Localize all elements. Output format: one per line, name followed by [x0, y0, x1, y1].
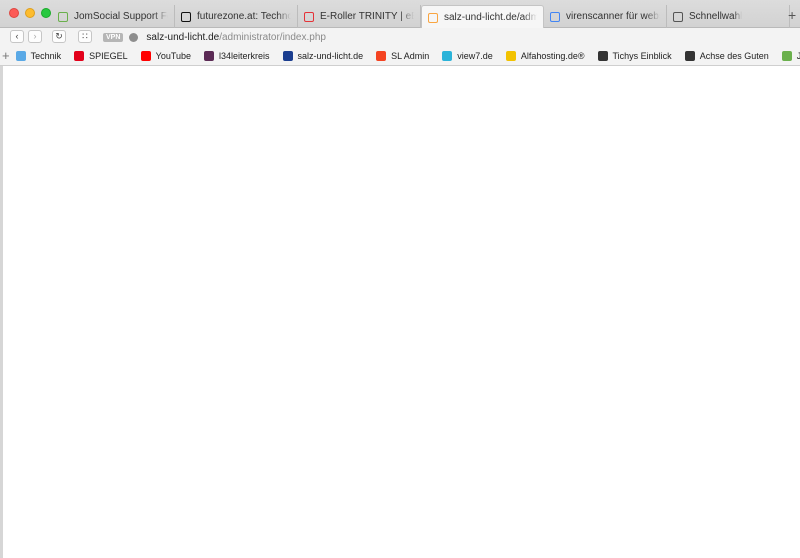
youtube-icon	[140, 50, 151, 61]
tab-title: JomSocial Support Forum - N	[74, 11, 168, 22]
tab-title: futurezone.at: Technology N	[197, 11, 291, 22]
bookmark-label: view7.de	[457, 50, 493, 61]
tab-title: Schnellwahl	[689, 11, 743, 22]
url-path: /administrator/index.php	[219, 31, 326, 43]
bookmark-label: salz-und-licht.de	[297, 50, 364, 61]
bookmark-label: SL Admin	[391, 50, 430, 61]
bookmark-4[interactable]: salz-und-licht.de	[282, 50, 364, 61]
address-bar[interactable]: VPN salz-und-licht.de/administrator/inde…	[103, 30, 793, 44]
tab-4[interactable]: virenscanner für webserver	[544, 5, 667, 28]
window-controls	[9, 8, 51, 18]
page-content	[0, 66, 800, 558]
bookmark-8[interactable]: Tichys Einblick	[597, 50, 672, 61]
bookmark-label: YouTube	[155, 50, 192, 61]
futurezone-icon	[181, 11, 191, 22]
alfahosting-icon	[505, 50, 516, 61]
bookmark-10[interactable]: JomSocial	[781, 50, 800, 61]
bookmark-7[interactable]: Alfahosting.de®	[505, 50, 585, 61]
address-toolbar: ‹ › ↻ ∷ VPN salz-und-licht.de/administra…	[0, 28, 800, 46]
reload-button[interactable]: ↻	[52, 30, 66, 43]
google-icon	[550, 11, 560, 22]
back-button[interactable]: ‹	[10, 30, 24, 43]
browser-window: JomSocial Support Forum - N futurezone.at…	[0, 0, 800, 558]
bookmark-label: Alfahosting.de®	[520, 50, 585, 61]
bookmark-6[interactable]: view7.de	[442, 50, 493, 61]
bookmark-label: Technik	[30, 50, 62, 61]
spiegel-icon	[74, 50, 85, 61]
tab-1[interactable]: futurezone.at: Technology N	[175, 5, 298, 28]
bookmark-0[interactable]: Technik	[15, 50, 62, 61]
site-info-icon[interactable]	[129, 32, 139, 42]
minimize-window-button[interactable]	[25, 8, 35, 18]
tab-0[interactable]: JomSocial Support Forum - N	[52, 5, 175, 28]
new-tab-button[interactable]: +	[788, 5, 800, 25]
speed-dial-icon	[673, 11, 683, 22]
view7-icon	[442, 50, 453, 61]
bookmark-label: SPIEGEL	[89, 50, 128, 61]
speed-dial-icon[interactable]: ∷	[78, 30, 92, 43]
tab-title: E-Roller TRINITY | eBay	[320, 11, 414, 22]
tichy-icon	[597, 50, 608, 61]
bookmark-1[interactable]: SPIEGEL	[74, 50, 128, 61]
forward-button[interactable]: ›	[28, 30, 42, 43]
add-bookmark-button[interactable]: +	[2, 48, 10, 63]
tab-strip: JomSocial Support Forum - N futurezone.at…	[0, 0, 800, 29]
bookmark-3[interactable]: l34leiterkreis	[204, 50, 270, 61]
jomsocial-icon	[781, 50, 792, 61]
bookmarks-bar: + Technik SPIEGEL YouTube l34leiterkreis sal…	[0, 46, 800, 66]
tab-title: salz-und-licht.de/administra	[444, 12, 537, 23]
achse-icon	[684, 50, 695, 61]
close-window-button[interactable]	[9, 8, 19, 18]
jomsocial-icon	[58, 11, 68, 22]
bookmark-5[interactable]: SL Admin	[376, 50, 430, 61]
joomla-icon	[376, 50, 387, 61]
tab-title: virenscanner für webserver	[566, 11, 660, 22]
url-host: salz-und-licht.de	[146, 31, 220, 43]
bookmark-9[interactable]: Achse des Guten	[684, 50, 769, 61]
bookmark-label: Tichys Einblick	[612, 50, 672, 61]
bookmark-2[interactable]: YouTube	[140, 50, 192, 61]
sul-icon	[282, 50, 293, 61]
tab-3[interactable]: salz-und-licht.de/administra	[421, 5, 544, 29]
bookmark-label: l34leiterkreis	[219, 50, 270, 61]
tab-5[interactable]: Schnellwahl	[667, 5, 790, 28]
folder-icon	[15, 50, 26, 61]
l34-icon	[204, 50, 215, 61]
bookmark-label: Achse des Guten	[699, 50, 769, 61]
vpn-badge[interactable]: VPN	[103, 32, 124, 42]
tab-2[interactable]: E-Roller TRINITY | eBay	[298, 5, 421, 28]
joomla-icon	[428, 12, 438, 23]
tabs: JomSocial Support Forum - N futurezone.at…	[52, 5, 790, 29]
zoom-window-button[interactable]	[41, 8, 51, 18]
ebay-icon	[304, 11, 314, 22]
